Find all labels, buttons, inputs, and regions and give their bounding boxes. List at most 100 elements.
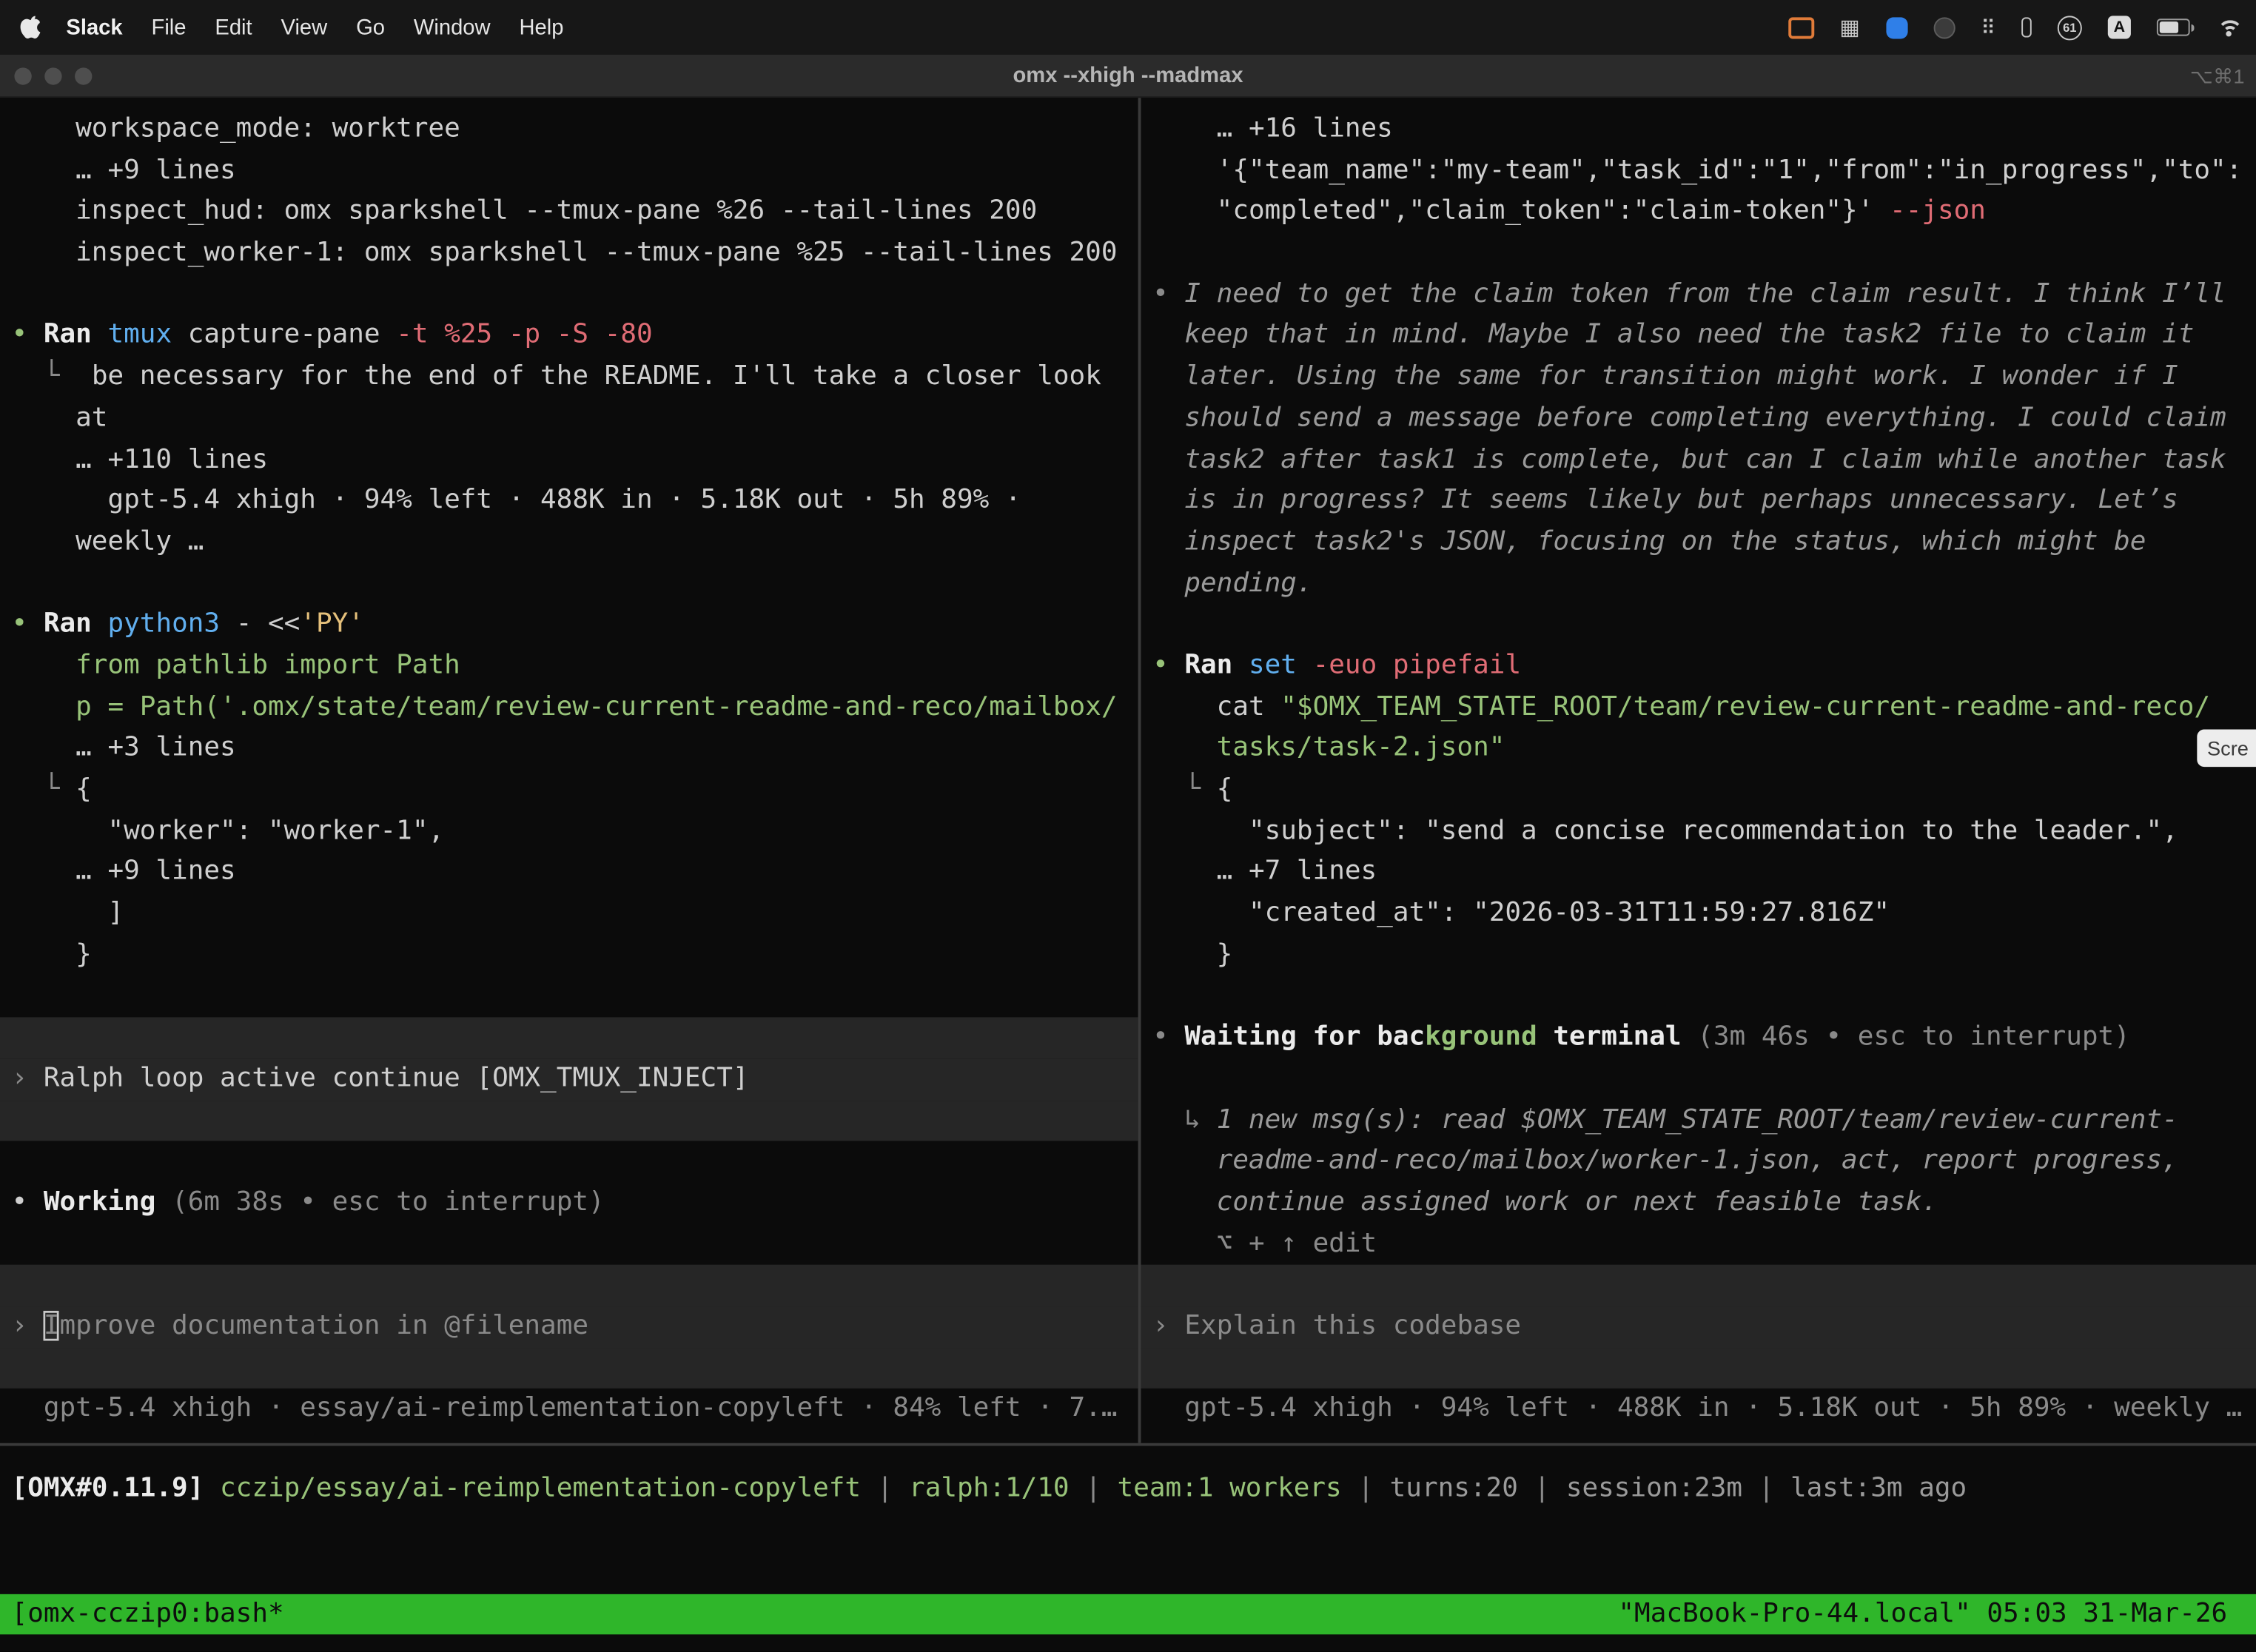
terminal-line: p = Path('.omx/state/team/review-current… [12,687,1138,728]
terminal-line [12,1223,1138,1265]
terminal-line: › Ralph loop active continue [OMX_TMUX_I… [0,1058,1138,1100]
terminal-line: workspace_mode: worktree [12,110,1138,151]
terminal-line: } [1152,935,2256,976]
pane-left[interactable]: workspace_mode: worktree … +9 lines insp… [0,98,1138,1443]
terminal-line: • Waiting for background terminal (3m 46… [1152,1018,2256,1059]
terminal-line: later. Using the same for transition mig… [1152,357,2256,398]
terminal-line: inspect_hud: omx sparkshell --tmux-pane … [12,192,1138,233]
terminal-line [12,1141,1138,1183]
battery-icon[interactable] [2157,19,2190,36]
terminal-line: … +16 lines [1152,110,2256,151]
menu-item-edit[interactable]: Edit [201,15,266,39]
terminal-line: pending. [1152,563,2256,605]
tmux-host-time-label: "MacBook-Pro-44.local" 05:03 31-Mar-26 [1618,1594,2227,1634]
terminal-line [12,275,1138,316]
terminal: workspace_mode: worktree … +9 lines insp… [0,98,2256,1443]
terminal-line: should send a message before completing … [1152,398,2256,440]
terminal-line: ⌥ + ↑ edit [1152,1223,2256,1265]
dots-grid-icon[interactable]: ⠿ [1981,15,1995,39]
terminal-line: inspect task2's JSON, focusing on the st… [1152,522,2256,563]
wifi-icon[interactable] [2216,18,2242,36]
menu-item-slack[interactable]: Slack [52,15,137,39]
terminal-line: • Working (6m 38s • esc to interrupt) [12,1183,1138,1224]
terminal-line [1152,233,2256,275]
terminal-line [12,563,1138,605]
terminal-line [12,976,1138,1018]
pane-right[interactable]: … +16 lines '{"team_name":"my-team","tas… [1141,98,2256,1443]
status-segment: | [1518,1474,1566,1504]
terminal-line: • Ran set -euo pipefail [1152,646,2256,688]
terminal-line: • Ran python3 - <<'PY' [12,605,1138,646]
screen: SlackFileEditViewGoWindowHelp ▦ ⠿ 61 A omx … [0,0,2256,1652]
menu-item-file[interactable]: File [137,15,201,39]
terminal-line: gpt-5.4 xhigh · 94% left · 488K in · 5.1… [12,481,1138,523]
screen-tooltip: Scre [2197,730,2256,768]
status-segment: | [1342,1474,1390,1504]
key-pill-icon[interactable] [2021,17,2032,37]
terminal-line: └ { [12,770,1138,811]
terminal-line: • Ran tmux capture-pane -t %25 -p -S -80 [12,316,1138,357]
terminal-line: at [12,398,1138,440]
menu-status-icons: ▦ ⠿ 61 A [1787,0,2241,55]
screen-recording-indicator-icon[interactable] [1787,16,1813,38]
terminal-line: "worker": "worker-1", [12,811,1138,853]
menu-item-help[interactable]: Help [505,15,578,39]
status-segment: [OMX#0.11.9] [12,1474,204,1504]
terminal-line: "subject": "send a concise recommendatio… [1152,811,2256,853]
prompt-input-line[interactable]: › Explain this codebase [1141,1306,2256,1348]
terminal-line [0,1018,1138,1059]
terminal-line: … +3 lines [12,728,1138,770]
prompt-input-line[interactable]: › Improve documentation in @filename [0,1306,1138,1348]
menu-item-go[interactable]: Go [342,15,400,39]
terminal-line [1141,1265,2256,1306]
status-segment: cczip/essay/ai-reimplementation-copyleft [220,1474,861,1504]
terminal-line: is in progress? It seems likely but perh… [1152,481,2256,523]
terminal-line: … +110 lines [12,440,1138,481]
app-circle-icon[interactable] [1933,16,1955,38]
terminal-line: '{"team_name":"my-team","task_id":"1","f… [1152,151,2256,192]
status-segment: last:3m ago [1790,1474,1967,1504]
terminal-line: … +7 lines [1152,853,2256,894]
window-manager-icon[interactable]: ▦ [1839,14,1860,40]
terminal-line: } [12,935,1138,976]
raycast-icon[interactable] [1886,16,1907,38]
window-title: omx --xhigh --madmax [0,55,2256,98]
terminal-line: … +9 lines [12,151,1138,192]
terminal-line [0,1348,1138,1389]
status-segment: | [1742,1474,1790,1504]
terminal-line [1152,1058,2256,1100]
status-segment: team:1 workers [1118,1474,1342,1504]
window-shortcut-hint: ⌥⌘1 [2190,55,2245,98]
battery-badge-icon[interactable]: 61 [2058,15,2082,39]
terminal-line: gpt-5.4 xhigh · 94% left · 488K in · 5.1… [1152,1389,2256,1430]
status-segment: turns:20 [1390,1474,1518,1504]
terminal-line: continue assigned work or next feasible … [1152,1183,2256,1224]
terminal-line: inspect_worker-1: omx sparkshell --tmux-… [12,233,1138,275]
menu-item-window[interactable]: Window [399,15,505,39]
terminal-line: gpt-5.4 xhigh · essay/ai-reimplementatio… [12,1389,1138,1430]
terminal-line: weekly … [12,522,1138,563]
status-segment: | [1070,1474,1118,1504]
status-segment: session:23m [1566,1474,1742,1504]
terminal-line [1141,1348,2256,1389]
terminal-line: "completed","claim_token":"claim-token"}… [1152,192,2256,233]
terminal-line: task2 after task1 is complete, but can I… [1152,440,2256,481]
terminal-line: keep that in mind. Maybe I also need the… [1152,316,2256,357]
apple-logo-icon [20,16,40,38]
terminal-line: tasks/task-2.json" [1152,728,2256,770]
terminal-line: ↳ 1 new msg(s): read $OMX_TEAM_STATE_ROO… [1152,1100,2256,1141]
terminal-line [0,1100,1138,1141]
menu-bar: SlackFileEditViewGoWindowHelp ▦ ⠿ 61 A [0,0,2256,55]
terminal-line: ] [12,893,1138,935]
apple-menu-icon[interactable] [20,16,40,38]
terminal-line: cat "$OMX_TEAM_STATE_ROOT/team/review-cu… [1152,687,2256,728]
terminal-line [0,1265,1138,1306]
input-source-icon[interactable]: A [2108,16,2131,38]
terminal-line: "created_at": "2026-03-31T11:59:27.816Z" [1152,893,2256,935]
terminal-line: • I need to get the claim token from the… [1152,275,2256,316]
terminal-line: from pathlib import Path [12,646,1138,688]
menu-item-view[interactable]: View [266,15,342,39]
terminal-line: … +9 lines [12,853,1138,894]
menu-items: SlackFileEditViewGoWindowHelp [52,15,578,39]
status-segment [204,1474,220,1504]
